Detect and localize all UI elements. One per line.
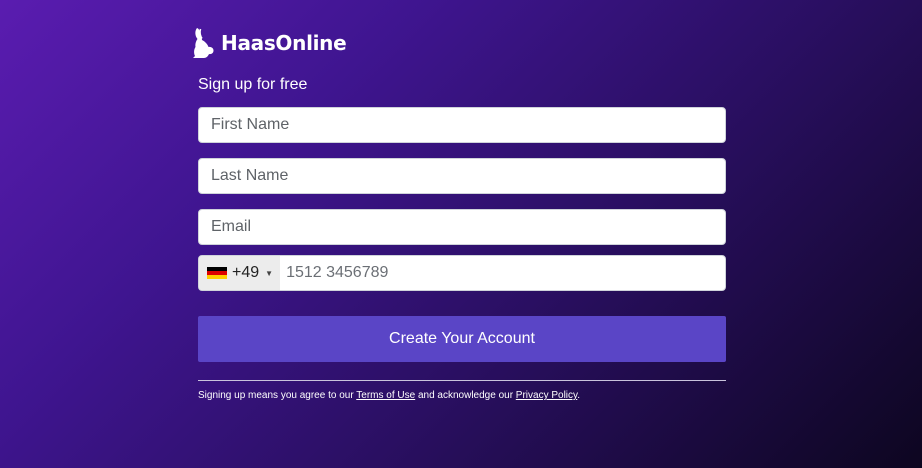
privacy-policy-link[interactable]: Privacy Policy — [516, 390, 578, 401]
germany-flag-icon — [207, 266, 227, 280]
phone-number-input[interactable] — [280, 256, 725, 290]
dial-code: +49 — [232, 264, 260, 281]
legal-suffix: . — [577, 390, 581, 401]
form-heading: Sign up for free — [198, 76, 308, 93]
legal-prefix: Signing up means you agree to our — [198, 390, 357, 401]
rabbit-icon — [191, 27, 215, 59]
divider — [198, 380, 726, 381]
phone-field: +49 ▼ — [198, 255, 726, 291]
first-name-input[interactable] — [198, 107, 726, 143]
terms-of-use-link[interactable]: Terms of Use — [356, 390, 415, 401]
legal-notice: Signing up means you agree to our Terms … — [198, 390, 580, 401]
country-code-selector[interactable]: +49 ▼ — [199, 256, 281, 290]
caret-down-icon: ▼ — [265, 268, 274, 278]
create-account-button[interactable]: Create Your Account — [198, 316, 726, 362]
last-name-input[interactable] — [198, 158, 726, 194]
legal-middle: and acknowledge our — [415, 390, 516, 401]
brand-name: HaasOnline — [221, 31, 347, 55]
email-input[interactable] — [198, 209, 726, 245]
brand-logo[interactable]: HaasOnline — [191, 26, 347, 60]
